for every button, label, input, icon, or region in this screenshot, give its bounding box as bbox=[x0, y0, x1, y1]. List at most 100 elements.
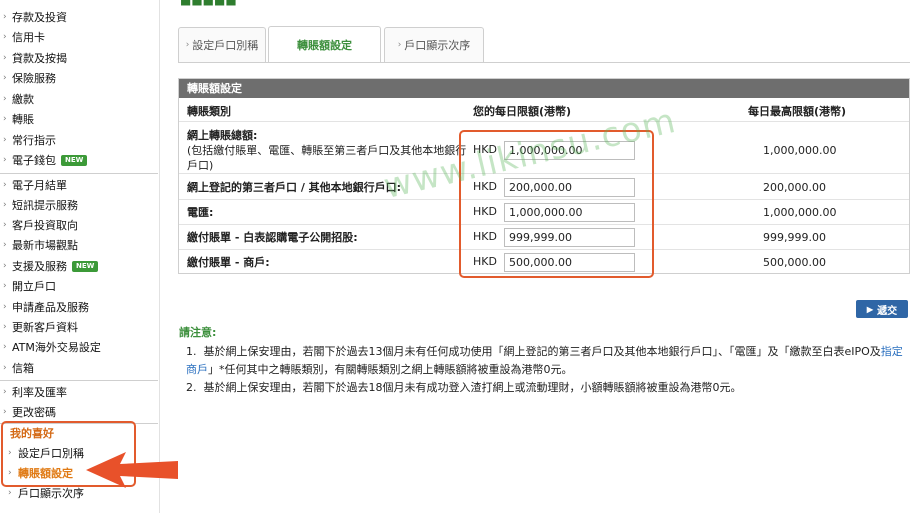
max-limit-value: 1,000,000.00 bbox=[763, 206, 837, 219]
sidebar-item-payment[interactable]: › 繳款 bbox=[0, 89, 158, 109]
chevron-right-icon: › bbox=[185, 40, 190, 50]
note-number: 1. bbox=[186, 345, 197, 358]
sidebar-divider bbox=[0, 173, 158, 174]
note-item: 1. 基於網上保安理由，若閣下於過去13個月未有任何成功使用「網上登記的第三者戶… bbox=[186, 343, 906, 379]
sidebar-item-label: 信箱 bbox=[12, 362, 34, 375]
new-badge: NEW bbox=[72, 260, 99, 272]
sidebar-item-label: 客戶投資取向 bbox=[12, 219, 78, 232]
chevron-right-icon: › bbox=[3, 155, 7, 165]
chevron-right-icon: › bbox=[3, 53, 7, 63]
sidebar-item-insurance[interactable]: › 保險服務 bbox=[0, 68, 158, 88]
sidebar-item-label: 轉賬 bbox=[12, 113, 34, 126]
sidebar-item-e-wallet[interactable]: › 電子錢包 NEW bbox=[0, 150, 158, 170]
sidebar-item-label: 保險服務 bbox=[12, 72, 56, 85]
chevron-right-icon: › bbox=[3, 220, 7, 230]
sidebar-item-atm-overseas[interactable]: › ATM海外交易設定 bbox=[0, 337, 158, 357]
sidebar-item-label: 戶口顯示次序 bbox=[18, 487, 84, 500]
max-limit-value: 200,000.00 bbox=[763, 181, 826, 194]
sidebar-item-credit-card[interactable]: › 信用卡 bbox=[0, 27, 158, 47]
sidebar-item-label: 電子錢包 bbox=[12, 154, 56, 167]
submit-label: 遞交 bbox=[877, 305, 898, 317]
sidebar-item-label: ATM海外交易設定 bbox=[12, 341, 101, 354]
tab-account-order[interactable]: › 戶口顯示次序 bbox=[384, 27, 484, 62]
chevron-right-icon: › bbox=[8, 488, 12, 498]
chevron-right-icon: › bbox=[3, 302, 7, 312]
note-text: 基於網上保安理由，若閣下於過去13個月未有任何成功使用「網上登記的第三者戶口及其… bbox=[203, 345, 881, 358]
sidebar-item-deposits-investments[interactable]: › 存款及投資 bbox=[0, 7, 158, 27]
sidebar-item-label: 存款及投資 bbox=[12, 11, 67, 24]
sidebar-item-mailbox[interactable]: › 信箱 bbox=[0, 358, 158, 378]
sidebar-item-label: 常行指示 bbox=[12, 134, 56, 147]
chevron-right-icon: › bbox=[3, 281, 7, 291]
sidebar-item-apply-products[interactable]: › 申請產品及服務 bbox=[0, 297, 158, 317]
chevron-right-icon: › bbox=[3, 94, 7, 104]
table-row-label: 電匯: bbox=[187, 206, 214, 219]
pointer-arrow-icon bbox=[86, 452, 178, 488]
chevron-right-icon: › bbox=[3, 342, 7, 352]
note-number: 2. bbox=[186, 381, 197, 394]
sidebar-item-label: 申請產品及服務 bbox=[12, 301, 89, 314]
chevron-right-icon: › bbox=[3, 73, 7, 83]
table-divider bbox=[179, 121, 909, 122]
sidebar-item-label: 短訊提示服務 bbox=[12, 199, 78, 212]
tab-transfer-limit[interactable]: 轉賬額設定 bbox=[268, 26, 381, 62]
table-row-label: 網上登記的第三者戶口 / 其他本地銀行戶口: bbox=[187, 181, 402, 194]
column-header-max-limit: 每日最高限額(港幣) bbox=[748, 105, 847, 118]
chevron-right-icon: › bbox=[3, 240, 7, 250]
note-text: 」*任何其中之轉賬類別，有關轉賬類別之網上轉賬額將被重設為港幣0元。 bbox=[208, 363, 573, 376]
note-item: 2. 基於網上保安理由，若閣下於過去18個月未有成功登入渣打網上或流動理財，小額… bbox=[186, 379, 906, 397]
sidebar-item-transfer[interactable]: › 轉賬 bbox=[0, 109, 158, 129]
chevron-right-icon: › bbox=[3, 387, 7, 397]
sidebar-item-change-password[interactable]: › 更改密碼 bbox=[0, 402, 158, 422]
chevron-right-icon: › bbox=[3, 32, 7, 42]
submit-button[interactable]: ▶ 遞交 bbox=[856, 300, 908, 318]
chevron-right-icon: › bbox=[3, 180, 7, 190]
chevron-right-icon: › bbox=[3, 261, 7, 271]
chevron-right-icon: › bbox=[397, 40, 402, 50]
sidebar-item-label: 更改密碼 bbox=[12, 406, 56, 419]
max-limit-value: 500,000.00 bbox=[763, 256, 826, 269]
table-row-label: 繳付賬單 - 白表認購電子公開招股: bbox=[187, 231, 358, 244]
sidebar-item-market-views[interactable]: › 最新市場觀點 bbox=[0, 235, 158, 255]
sidebar-item-update-info[interactable]: › 更新客戶資料 bbox=[0, 317, 158, 337]
max-limit-value: 1,000,000.00 bbox=[763, 144, 837, 157]
max-limit-value: 999,999.00 bbox=[763, 231, 826, 244]
page-title-partial: ■■■■■ bbox=[180, 0, 237, 7]
sidebar-item-rates[interactable]: › 利率及匯率 bbox=[0, 382, 158, 402]
tab-label: 設定戶口別稱 bbox=[192, 39, 259, 52]
tab-label: 戶口顯示次序 bbox=[404, 39, 471, 52]
chevron-right-icon: › bbox=[3, 114, 7, 124]
sidebar-item-support-services[interactable]: › 支援及服務 NEW bbox=[0, 256, 158, 276]
row-label-text: 網上轉賬總額: bbox=[187, 129, 258, 142]
new-badge: NEW bbox=[61, 154, 88, 166]
chevron-right-icon: › bbox=[3, 322, 7, 332]
sidebar-item-standing-instruction[interactable]: › 常行指示 bbox=[0, 130, 158, 150]
sidebar-item-sms-alert[interactable]: › 短訊提示服務 bbox=[0, 195, 158, 215]
chevron-right-icon: › bbox=[3, 407, 7, 417]
sidebar-item-label: 最新市場觀點 bbox=[12, 239, 78, 252]
sidebar-item-label: 信用卡 bbox=[12, 31, 45, 44]
chevron-right-icon: › bbox=[3, 135, 7, 145]
tab-account-nickname[interactable]: › 設定戶口別稱 bbox=[178, 27, 266, 62]
notes-title: 請注意: bbox=[179, 326, 217, 339]
sidebar-item-label: 貸款及按揭 bbox=[12, 52, 67, 65]
panel-title: 轉賬額設定 bbox=[179, 79, 909, 98]
column-header-type: 轉賬類別 bbox=[187, 105, 231, 118]
sidebar-item-e-statement[interactable]: › 電子月結單 bbox=[0, 175, 158, 195]
sidebar-item-label: 利率及匯率 bbox=[12, 386, 67, 399]
chevron-right-icon: ▶ bbox=[866, 304, 874, 314]
sidebar-item-label: 繳款 bbox=[12, 93, 34, 106]
table-row-label: 繳付賬單 - 商戶: bbox=[187, 256, 270, 269]
tab-underline bbox=[178, 62, 910, 63]
sidebar-item-loans-mortgage[interactable]: › 貸款及按揭 bbox=[0, 48, 158, 68]
note-text: 基於網上保安理由，若閣下於過去18個月未有成功登入渣打網上或流動理財，小額轉賬額… bbox=[203, 381, 742, 394]
sidebar-item-label: 電子月結單 bbox=[12, 179, 67, 192]
sidebar-item-investment-profile[interactable]: › 客戶投資取向 bbox=[0, 215, 158, 235]
sidebar-item-label: 支援及服務 bbox=[12, 260, 67, 273]
tab-label: 轉賬額設定 bbox=[297, 38, 352, 52]
chevron-right-icon: › bbox=[3, 363, 7, 373]
sidebar-item-label: 開立戶口 bbox=[12, 280, 56, 293]
column-header-daily-limit: 您的每日限額(港幣) bbox=[473, 105, 572, 118]
sidebar-item-open-account[interactable]: › 開立戶口 bbox=[0, 276, 158, 296]
sidebar-divider bbox=[0, 380, 158, 381]
